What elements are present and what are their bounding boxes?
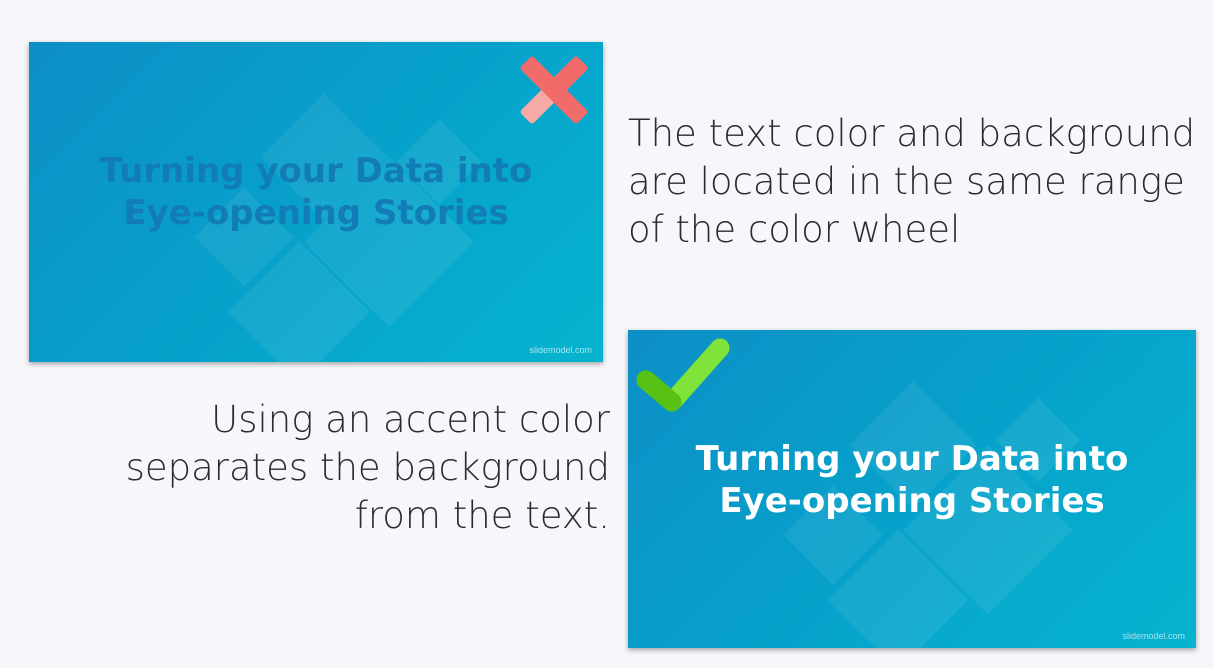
bad-slide-title: Turning your Data into Eye-opening Stori… <box>29 150 603 234</box>
good-slide-title: Turning your Data into Eye-opening Stori… <box>628 438 1196 522</box>
cross-icon <box>520 56 588 124</box>
good-example-caption: Using an accent color separates the back… <box>126 396 610 540</box>
bad-caption-line-1: The text color and background <box>628 112 1196 155</box>
checkmark-icon <box>636 338 730 412</box>
good-caption-line-1: Using an accent color <box>211 398 610 441</box>
bad-example-caption: The text color and background are locate… <box>628 110 1195 254</box>
bad-slide-watermark: slidemodel.com <box>529 345 592 355</box>
bad-caption-line-3: of the color wheel <box>628 208 961 251</box>
bad-slide-title-line-1: Turning your Data into <box>99 151 533 191</box>
good-caption-line-2: separates the background <box>125 446 610 489</box>
good-slide-title-line-1: Turning your Data into <box>695 439 1129 479</box>
bad-slide-title-line-2: Eye-opening Stories <box>123 193 509 233</box>
good-slide-watermark: slidemodel.com <box>1122 631 1185 641</box>
good-caption-line-3: from the text. <box>354 494 610 537</box>
good-slide-title-line-2: Eye-opening Stories <box>719 481 1105 521</box>
bad-caption-line-2: are located in the same range <box>628 160 1185 203</box>
